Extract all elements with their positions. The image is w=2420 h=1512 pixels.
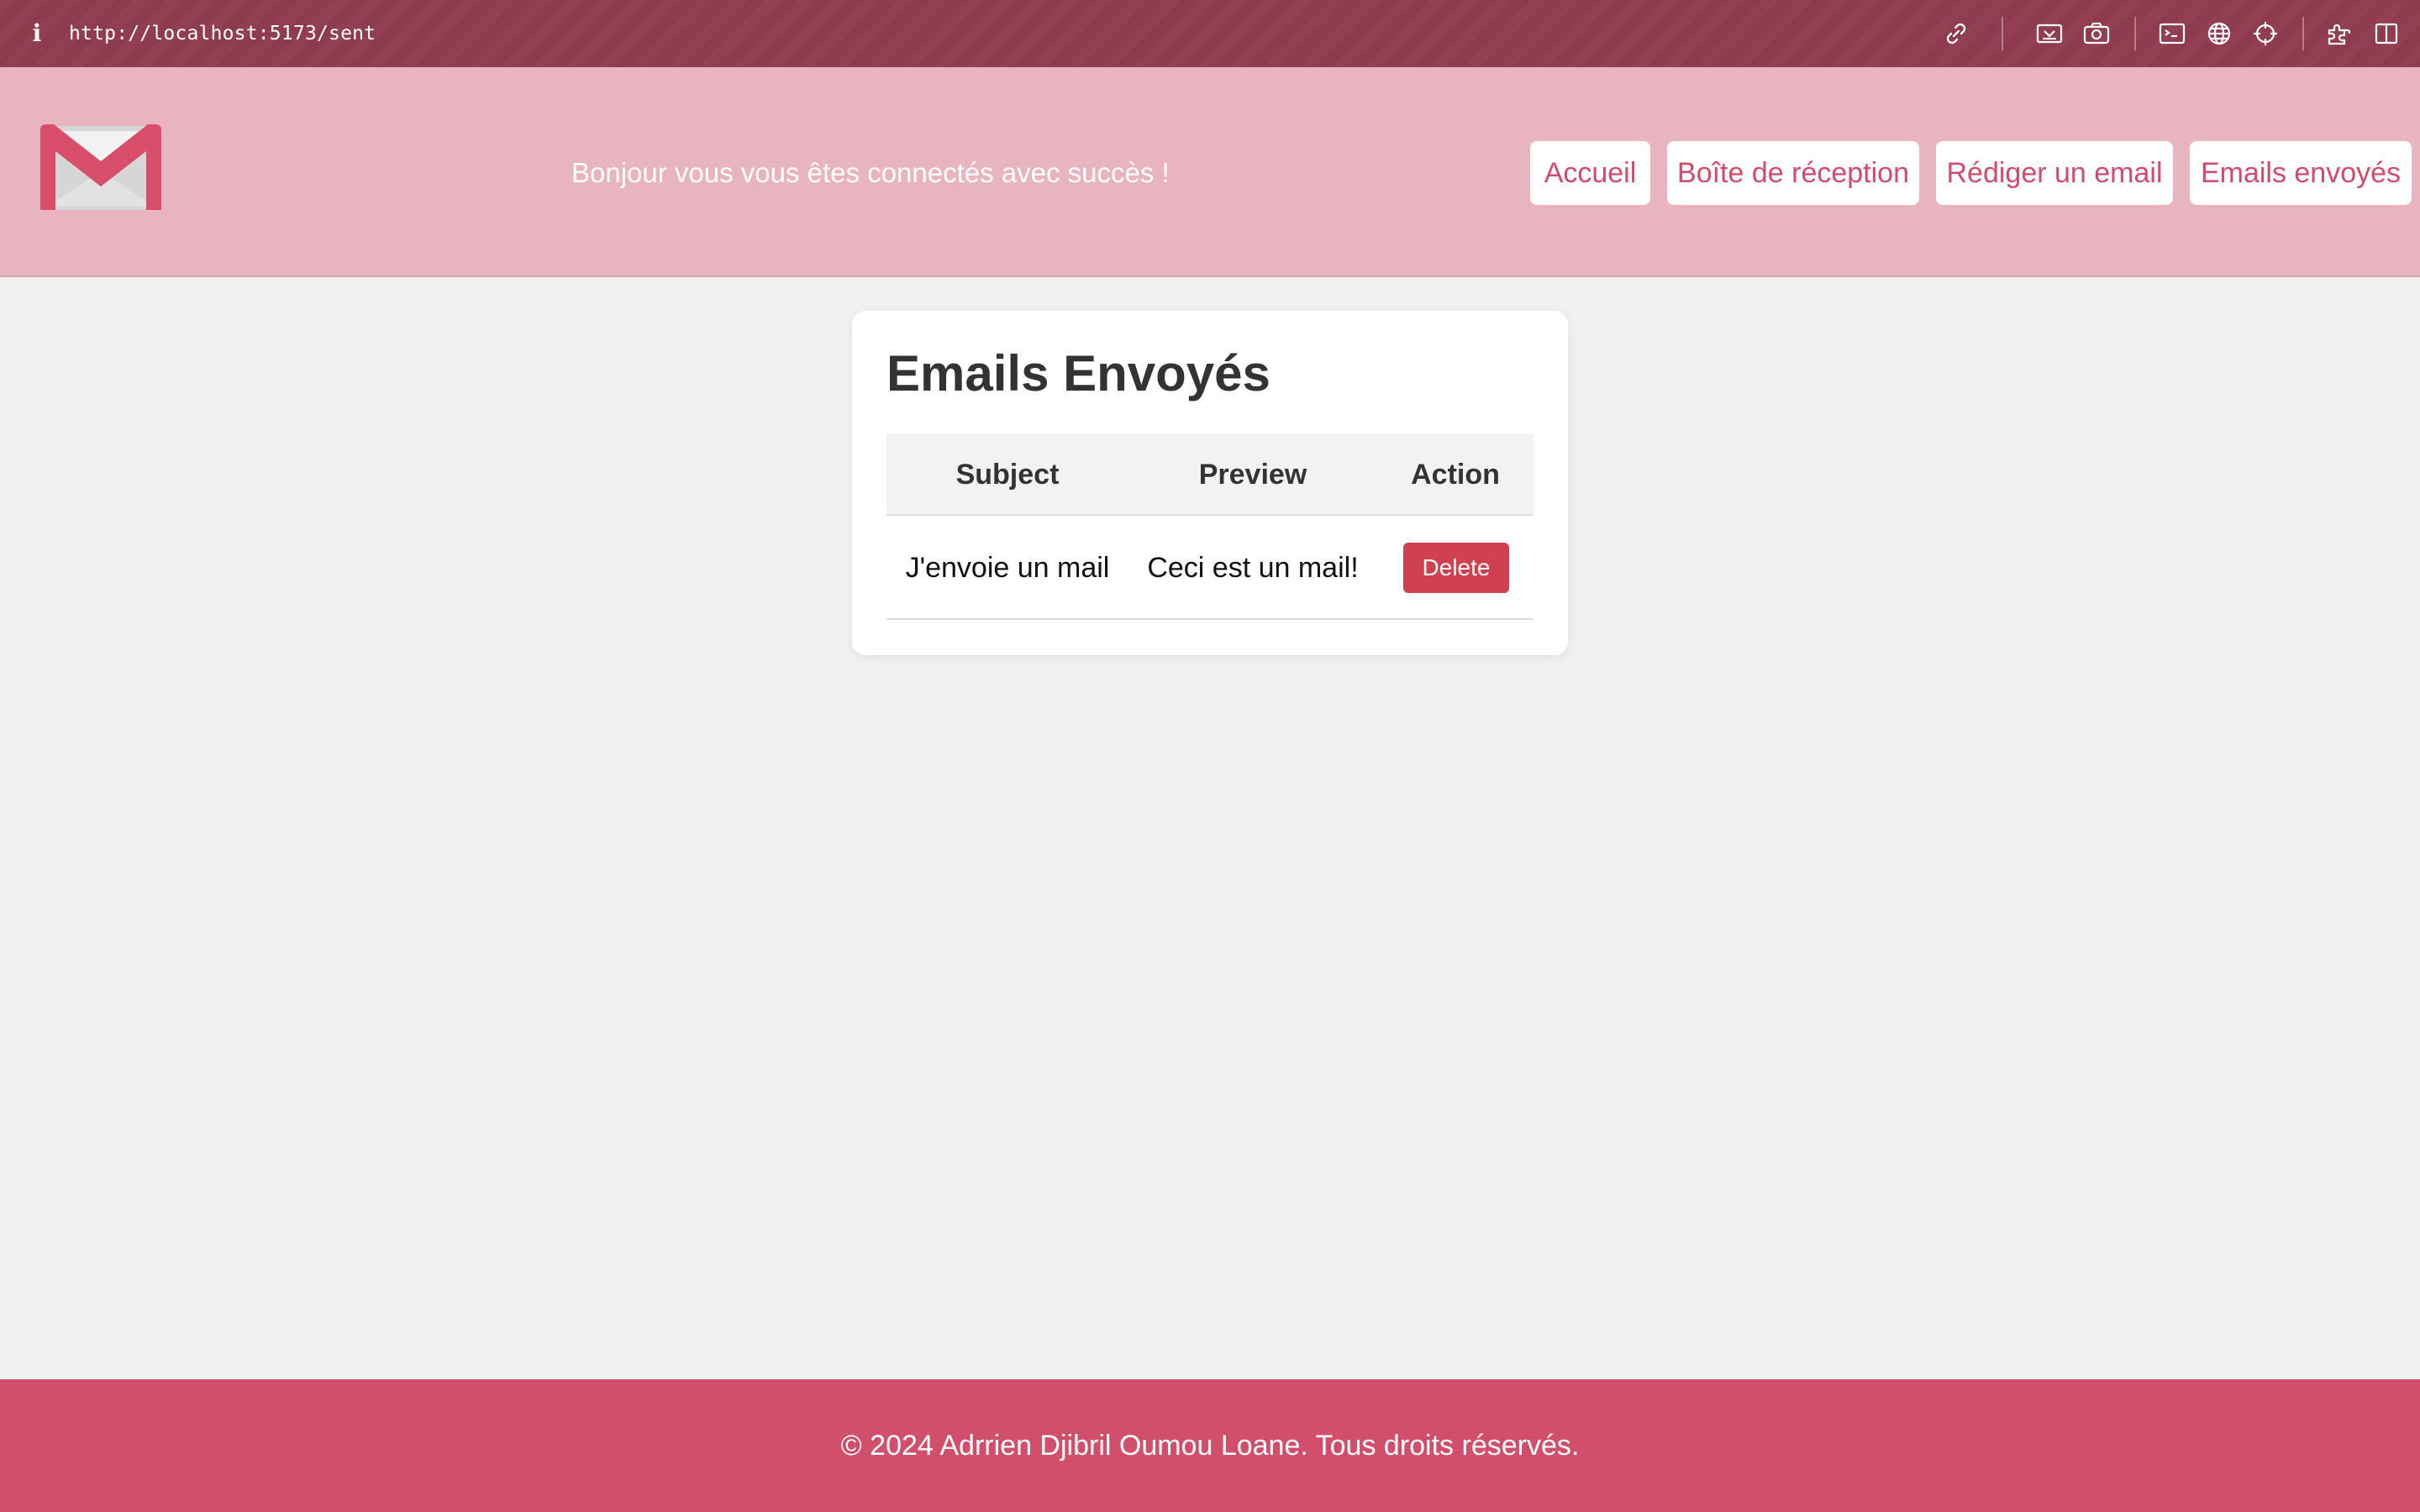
column-header-subject: Subject bbox=[955, 459, 1060, 491]
browser-toolbar: i http://localhost:5173/sent bbox=[0, 0, 2420, 67]
info-icon[interactable]: i bbox=[29, 18, 45, 49]
crosshair-icon[interactable] bbox=[2250, 18, 2281, 49]
toolbar-separator bbox=[2302, 17, 2304, 50]
site-header: Bonjour vous vous êtes connectés avec su… bbox=[0, 67, 2420, 277]
extensions-icon[interactable] bbox=[2324, 18, 2354, 49]
terminal-icon[interactable] bbox=[2157, 18, 2187, 49]
toolbar-separator bbox=[2002, 17, 2003, 50]
email-subject: J'envoie un mail bbox=[905, 552, 1110, 584]
toolbar-separator bbox=[2134, 17, 2136, 50]
delete-button[interactable]: Delete bbox=[1403, 543, 1509, 593]
column-header-preview: Preview bbox=[1198, 459, 1307, 491]
welcome-message: Bonjour vous vous êtes connectés avec su… bbox=[571, 157, 1170, 188]
table-header: Subject Preview Action bbox=[886, 433, 1534, 516]
camera-icon[interactable] bbox=[2081, 18, 2112, 49]
email-preview: Ceci est un mail! bbox=[1147, 552, 1359, 584]
screenshot-icon[interactable] bbox=[2034, 18, 2065, 49]
site-footer: © 2024 Adrrien Djibril Oumou Loane. Tous… bbox=[0, 1379, 2420, 1512]
page-title: Emails Envoyés bbox=[886, 345, 1270, 402]
globe-icon[interactable] bbox=[2204, 18, 2234, 49]
column-header-action: Action bbox=[1411, 459, 1500, 491]
table-row[interactable]: J'envoie un mail Ceci est un mail! Delet… bbox=[886, 516, 1534, 620]
split-view-icon[interactable] bbox=[2371, 18, 2402, 49]
nav-sent-button[interactable]: Emails envoyés bbox=[2190, 141, 2412, 205]
link-icon[interactable] bbox=[1941, 18, 1971, 49]
nav-home-button[interactable]: Accueil bbox=[1530, 141, 1650, 205]
nav-inbox-button[interactable]: Boîte de réception bbox=[1667, 141, 1919, 205]
nav-compose-button[interactable]: Rédiger un email bbox=[1936, 141, 2173, 205]
gmail-logo-icon bbox=[40, 123, 161, 213]
address-bar-url[interactable]: http://localhost:5173/sent bbox=[69, 20, 376, 47]
sent-emails-card: Emails Envoyés Subject Preview Action J'… bbox=[852, 311, 1568, 655]
copyright-text: © 2024 Adrrien Djibril Oumou Loane. Tous… bbox=[840, 1430, 1580, 1462]
